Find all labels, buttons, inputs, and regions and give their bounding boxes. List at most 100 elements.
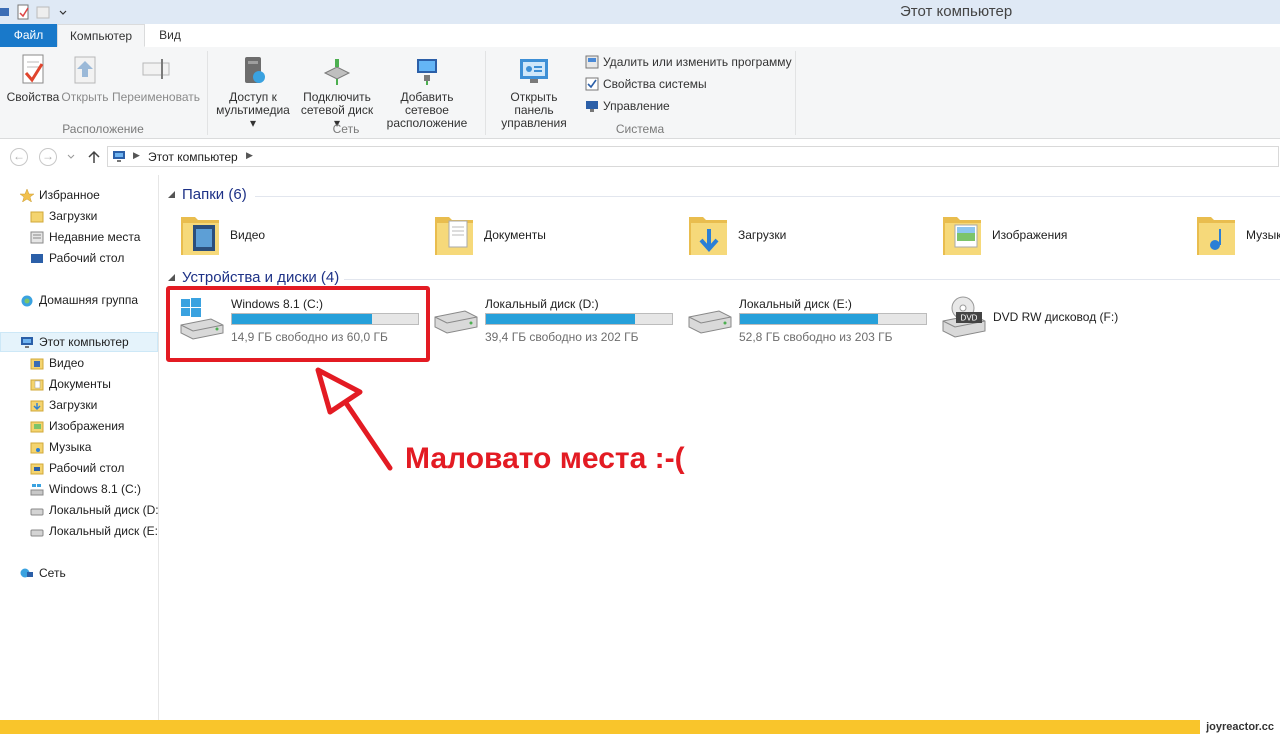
drive-free-space: 52,8 ГБ свободно из 203 ГБ	[739, 330, 893, 344]
system-properties-icon	[585, 77, 599, 91]
chevron-down-icon[interactable]	[56, 4, 70, 20]
address-bar-row: ← → ▶ Этот компьютер ▶	[0, 139, 1280, 175]
nav-label: Недавние места	[49, 230, 141, 244]
windows-drive-icon	[30, 483, 44, 495]
hard-drive-icon	[30, 508, 44, 515]
folder-label: Музыка	[1246, 228, 1280, 242]
rename-button[interactable]: Переименовать	[112, 53, 200, 104]
open-icon	[74, 56, 96, 84]
drive-name: Локальный диск (D:)	[485, 297, 599, 311]
folder-label: Изображения	[992, 228, 1068, 242]
new-folder-icon[interactable]	[36, 4, 50, 20]
system-properties-label: Свойства системы	[603, 77, 707, 91]
tab-computer[interactable]: Компьютер	[57, 24, 145, 47]
properties-icon[interactable]	[16, 4, 30, 20]
nav-pc-downloads[interactable]: Загрузки	[30, 395, 97, 415]
nav-label: Локальный диск (D:)	[49, 503, 158, 517]
manage-button[interactable]: Управление	[585, 97, 670, 115]
open-button[interactable]: Открыть	[60, 53, 110, 104]
uninstall-program-button[interactable]: Удалить или изменить программу	[585, 53, 792, 71]
nav-pc-music[interactable]: Музыка	[30, 437, 91, 457]
group-divider	[255, 196, 1280, 197]
nav-downloads[interactable]: Загрузки	[30, 206, 97, 226]
desktop-icon	[31, 253, 43, 263]
nav-network[interactable]: Сеть	[20, 563, 66, 583]
folders-group-header[interactable]: Папки (6)	[167, 186, 247, 203]
manage-label: Управление	[603, 99, 670, 113]
tab-view[interactable]: Вид	[150, 24, 190, 47]
network-drive-icon	[323, 59, 351, 85]
folders-group-title: Папки (6)	[182, 186, 247, 203]
folder-item-pictures[interactable]: Изображения	[941, 211, 1067, 259]
nav-pc-video[interactable]: Видео	[30, 353, 84, 373]
drives-group-title: Устройства и диски (4)	[182, 269, 340, 286]
nav-label: Рабочий стол	[49, 461, 125, 475]
nav-homegroup[interactable]: Домашняя группа	[20, 290, 138, 310]
nav-favorites[interactable]: Избранное	[20, 185, 100, 205]
nav-pc-pictures[interactable]: Изображения	[30, 416, 124, 436]
nav-this-pc[interactable]: Этот компьютер	[20, 332, 129, 352]
rename-icon	[142, 59, 170, 79]
properties-button[interactable]: Свойства	[6, 53, 60, 104]
folder-item-documents[interactable]: Документы	[433, 211, 546, 259]
folder-item-video[interactable]: Видео	[179, 211, 265, 259]
desktop-folder-icon	[30, 463, 44, 474]
forward-button[interactable]: →	[39, 148, 57, 166]
computer-icon	[0, 8, 9, 16]
hard-drive-icon	[30, 529, 44, 536]
media-access-button[interactable]: Доступ к мультимедиа ▾	[212, 53, 294, 130]
drive-item-e[interactable]: Локальный диск (E:) 52,8 ГБ свободно из …	[685, 295, 929, 345]
address-input[interactable]: ▶ Этот компьютер ▶	[107, 146, 1279, 167]
system-group-label: Система	[615, 122, 665, 136]
folder-item-music[interactable]: Музыка	[1195, 211, 1280, 259]
properties-label: Свойства	[6, 90, 60, 104]
watermark: joyreactor.cc	[1200, 720, 1280, 734]
nav-label: Windows 8.1 (C:)	[49, 482, 142, 496]
computer-icon	[113, 151, 125, 162]
navigation-pane: Избранное Загрузки Недавние места Рабочи…	[0, 175, 159, 720]
control-panel-icon	[520, 59, 548, 83]
nav-pc-documents[interactable]: Документы	[30, 374, 111, 394]
window-title: Этот компьютер	[900, 3, 1013, 20]
nav-label: Изображения	[49, 419, 125, 433]
add-network-location-button[interactable]: Добавить сетевое расположение	[378, 53, 476, 130]
breadcrumb-separator-icon[interactable]: ▶	[246, 150, 253, 161]
pictures-folder-icon	[30, 421, 44, 432]
nav-desktop[interactable]: Рабочий стол	[30, 248, 124, 268]
ribbon: Свойства Открыть Переименовать Расположе…	[0, 47, 1280, 139]
add-location-label-1: Добавить сетевое	[400, 90, 454, 117]
nav-recent-places[interactable]: Недавние места	[30, 227, 140, 247]
nav-pc-desktop[interactable]: Рабочий стол	[30, 458, 124, 478]
nav-drive-c[interactable]: Windows 8.1 (C:)	[30, 479, 141, 499]
up-arrow-icon[interactable]	[88, 150, 100, 164]
folder-item-downloads[interactable]: Загрузки	[687, 211, 786, 259]
drive-item-d[interactable]: Локальный диск (D:) 39,4 ГБ свободно из …	[431, 295, 675, 345]
annotation-arrow-icon	[315, 367, 393, 471]
control-panel-button[interactable]: Открыть панель управления	[490, 53, 578, 130]
downloads-folder-icon	[30, 400, 44, 411]
video-folder-icon	[30, 358, 44, 369]
chevron-down-icon[interactable]	[66, 152, 76, 162]
map-network-drive-button[interactable]: Подключить сетевой диск ▾	[297, 53, 377, 130]
annotation-highlight-box	[166, 286, 430, 362]
network-group-label: Сеть	[332, 122, 360, 136]
tab-file[interactable]: Файл	[0, 24, 57, 47]
breadcrumb-this-pc[interactable]: Этот компьютер	[148, 150, 238, 164]
drive-item-f[interactable]: DVD DVD RW дисковод (F:)	[939, 295, 1183, 345]
nav-drive-d[interactable]: Локальный диск (D:)	[30, 500, 158, 520]
network-icon	[20, 568, 33, 577]
nav-drive-e[interactable]: Локальный диск (E:)	[30, 521, 158, 541]
system-properties-button[interactable]: Свойства системы	[585, 75, 707, 93]
drive-usage-bar	[485, 313, 673, 325]
control-panel-label-1: Открыть панель	[510, 90, 558, 117]
computer-icon	[21, 336, 33, 348]
downloads-folder-icon	[689, 217, 727, 255]
open-label: Открыть	[61, 90, 109, 104]
breadcrumb-separator-icon[interactable]: ▶	[133, 150, 140, 161]
drive-name: Локальный диск (E:)	[739, 297, 852, 311]
nav-label: Сеть	[39, 566, 66, 580]
pictures-folder-icon	[943, 217, 981, 255]
nav-label: Документы	[49, 377, 111, 391]
back-button[interactable]: ←	[10, 148, 28, 166]
drives-group-header[interactable]: Устройства и диски (4)	[167, 269, 339, 286]
